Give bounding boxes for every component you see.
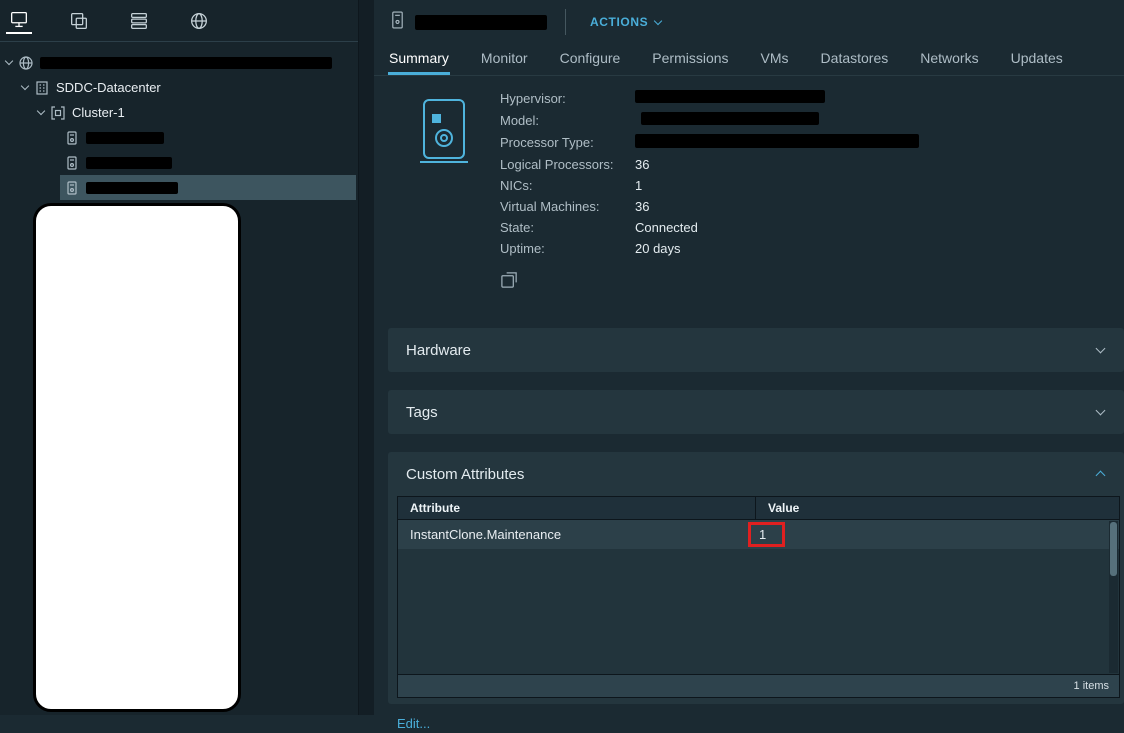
tags-panel: Tags bbox=[388, 390, 1124, 434]
chevron-down-icon[interactable] bbox=[37, 107, 45, 115]
redaction-bar bbox=[635, 90, 825, 103]
column-header-attribute[interactable]: Attribute bbox=[398, 497, 756, 519]
object-tabs: Summary Monitor Configure Permissions VM… bbox=[374, 44, 1124, 76]
host-header: ACTIONS bbox=[374, 0, 1124, 44]
redaction-bar bbox=[86, 157, 172, 169]
sidebar-scrollbar-track[interactable] bbox=[358, 0, 374, 715]
hardware-panel-header[interactable]: Hardware bbox=[388, 328, 1124, 372]
field-label: Processor Type: bbox=[500, 135, 635, 150]
tab-updates[interactable]: Updates bbox=[1010, 44, 1064, 75]
host-icon bbox=[64, 155, 80, 171]
redaction-bar bbox=[641, 112, 819, 125]
vcenter-icon bbox=[18, 55, 34, 71]
host-artwork bbox=[388, 90, 500, 294]
tab-networks[interactable]: Networks bbox=[919, 44, 979, 75]
panel-title: Custom Attributes bbox=[406, 466, 524, 483]
redaction-bar bbox=[86, 132, 164, 144]
redaction-bar bbox=[635, 134, 919, 148]
table-scrollbar-track[interactable] bbox=[1109, 521, 1118, 673]
header-divider bbox=[565, 9, 566, 35]
field-value: Connected bbox=[635, 220, 1124, 235]
red-annotation-box: 1 bbox=[748, 522, 785, 547]
storage-icon[interactable] bbox=[126, 8, 152, 34]
hardware-panel: Hardware bbox=[388, 328, 1124, 372]
chevron-down-icon[interactable] bbox=[1096, 406, 1106, 416]
summary-section: Hypervisor: Model: Processor Type: Logic… bbox=[374, 76, 1124, 294]
tab-vms[interactable]: VMs bbox=[760, 44, 790, 75]
tab-summary[interactable]: Summary bbox=[388, 44, 450, 75]
actions-button[interactable]: ACTIONS bbox=[590, 15, 661, 29]
datacenter-icon bbox=[34, 80, 50, 96]
tree-item-host-selected[interactable] bbox=[0, 175, 358, 200]
field-label: Uptime: bbox=[500, 241, 635, 256]
redaction-bar bbox=[40, 57, 332, 69]
custom-attributes-panel-header[interactable]: Custom Attributes bbox=[388, 452, 1124, 496]
field-label: NICs: bbox=[500, 178, 635, 193]
table-row[interactable]: InstantClone.Maintenance 1 bbox=[398, 520, 1119, 549]
field-label: State: bbox=[500, 220, 635, 235]
field-value: 36 bbox=[635, 157, 1124, 172]
host-icon bbox=[64, 180, 80, 196]
vms-and-templates-icon[interactable] bbox=[66, 8, 92, 34]
networking-icon[interactable] bbox=[186, 8, 212, 34]
tree-item-cluster[interactable]: Cluster-1 bbox=[0, 100, 358, 125]
custom-attributes-panel: Custom Attributes Attribute Value Instan… bbox=[388, 452, 1124, 704]
table-header-row: Attribute Value bbox=[398, 497, 1119, 520]
field-value: 20 days bbox=[635, 241, 1124, 256]
tree-item-datacenter[interactable]: SDDC-Datacenter bbox=[0, 75, 358, 100]
host-icon bbox=[64, 130, 80, 146]
attribute-value: 1 bbox=[759, 527, 766, 542]
field-label: Model: bbox=[500, 113, 635, 128]
table-empty-area bbox=[398, 549, 1119, 674]
cluster-icon bbox=[50, 105, 66, 121]
edit-link[interactable]: Edit... bbox=[397, 716, 430, 731]
tree-item-label: Cluster-1 bbox=[72, 105, 125, 120]
host-name-redaction-bar bbox=[415, 15, 547, 30]
tab-configure[interactable]: Configure bbox=[559, 44, 622, 75]
chevron-up-icon[interactable] bbox=[1096, 471, 1106, 481]
launch-console-icon[interactable] bbox=[500, 270, 519, 289]
field-value: 1 bbox=[635, 178, 1124, 193]
tab-permissions[interactable]: Permissions bbox=[651, 44, 729, 75]
attribute-cell: InstantClone.Maintenance bbox=[398, 527, 756, 542]
redaction-bar bbox=[86, 182, 178, 194]
chevron-down-icon bbox=[654, 16, 662, 24]
hosts-and-clusters-icon[interactable] bbox=[6, 8, 32, 34]
field-label: Virtual Machines: bbox=[500, 199, 635, 214]
items-count: 1 items bbox=[1074, 680, 1109, 692]
field-label: Hypervisor: bbox=[500, 91, 635, 106]
chevron-down-icon[interactable] bbox=[5, 57, 13, 65]
tree-item-vcenter[interactable] bbox=[0, 50, 358, 75]
custom-attributes-table: Attribute Value InstantClone.Maintenance… bbox=[397, 496, 1120, 698]
tree-item-host[interactable] bbox=[0, 150, 358, 175]
table-footer: 1 items bbox=[398, 674, 1119, 697]
actions-label: ACTIONS bbox=[590, 15, 648, 29]
sidebar-iconbar bbox=[0, 0, 358, 42]
summary-fields: Hypervisor: Model: Processor Type: Logic… bbox=[500, 90, 1124, 256]
main-content: ACTIONS Summary Monitor Configure Permis… bbox=[374, 0, 1124, 715]
inventory-tree: SDDC-Datacenter Cluster-1 bbox=[0, 42, 358, 200]
panel-title: Hardware bbox=[406, 342, 471, 359]
panel-title: Tags bbox=[406, 404, 438, 421]
host-icon bbox=[390, 10, 405, 35]
tab-monitor[interactable]: Monitor bbox=[480, 44, 529, 75]
tags-panel-header[interactable]: Tags bbox=[388, 390, 1124, 434]
navigation-sidebar: SDDC-Datacenter Cluster-1 bbox=[0, 0, 358, 715]
tree-item-label: SDDC-Datacenter bbox=[56, 80, 161, 95]
chevron-down-icon[interactable] bbox=[21, 82, 29, 90]
field-value: 36 bbox=[635, 199, 1124, 214]
chevron-down-icon[interactable] bbox=[1096, 344, 1106, 354]
tab-datastores[interactable]: Datastores bbox=[820, 44, 890, 75]
tree-item-host[interactable] bbox=[0, 125, 358, 150]
white-redaction-overlay bbox=[33, 203, 241, 712]
column-header-value[interactable]: Value bbox=[756, 497, 1119, 519]
table-scrollbar-thumb[interactable] bbox=[1110, 522, 1117, 576]
value-cell: 1 bbox=[756, 522, 1119, 547]
field-label: Logical Processors: bbox=[500, 157, 635, 172]
